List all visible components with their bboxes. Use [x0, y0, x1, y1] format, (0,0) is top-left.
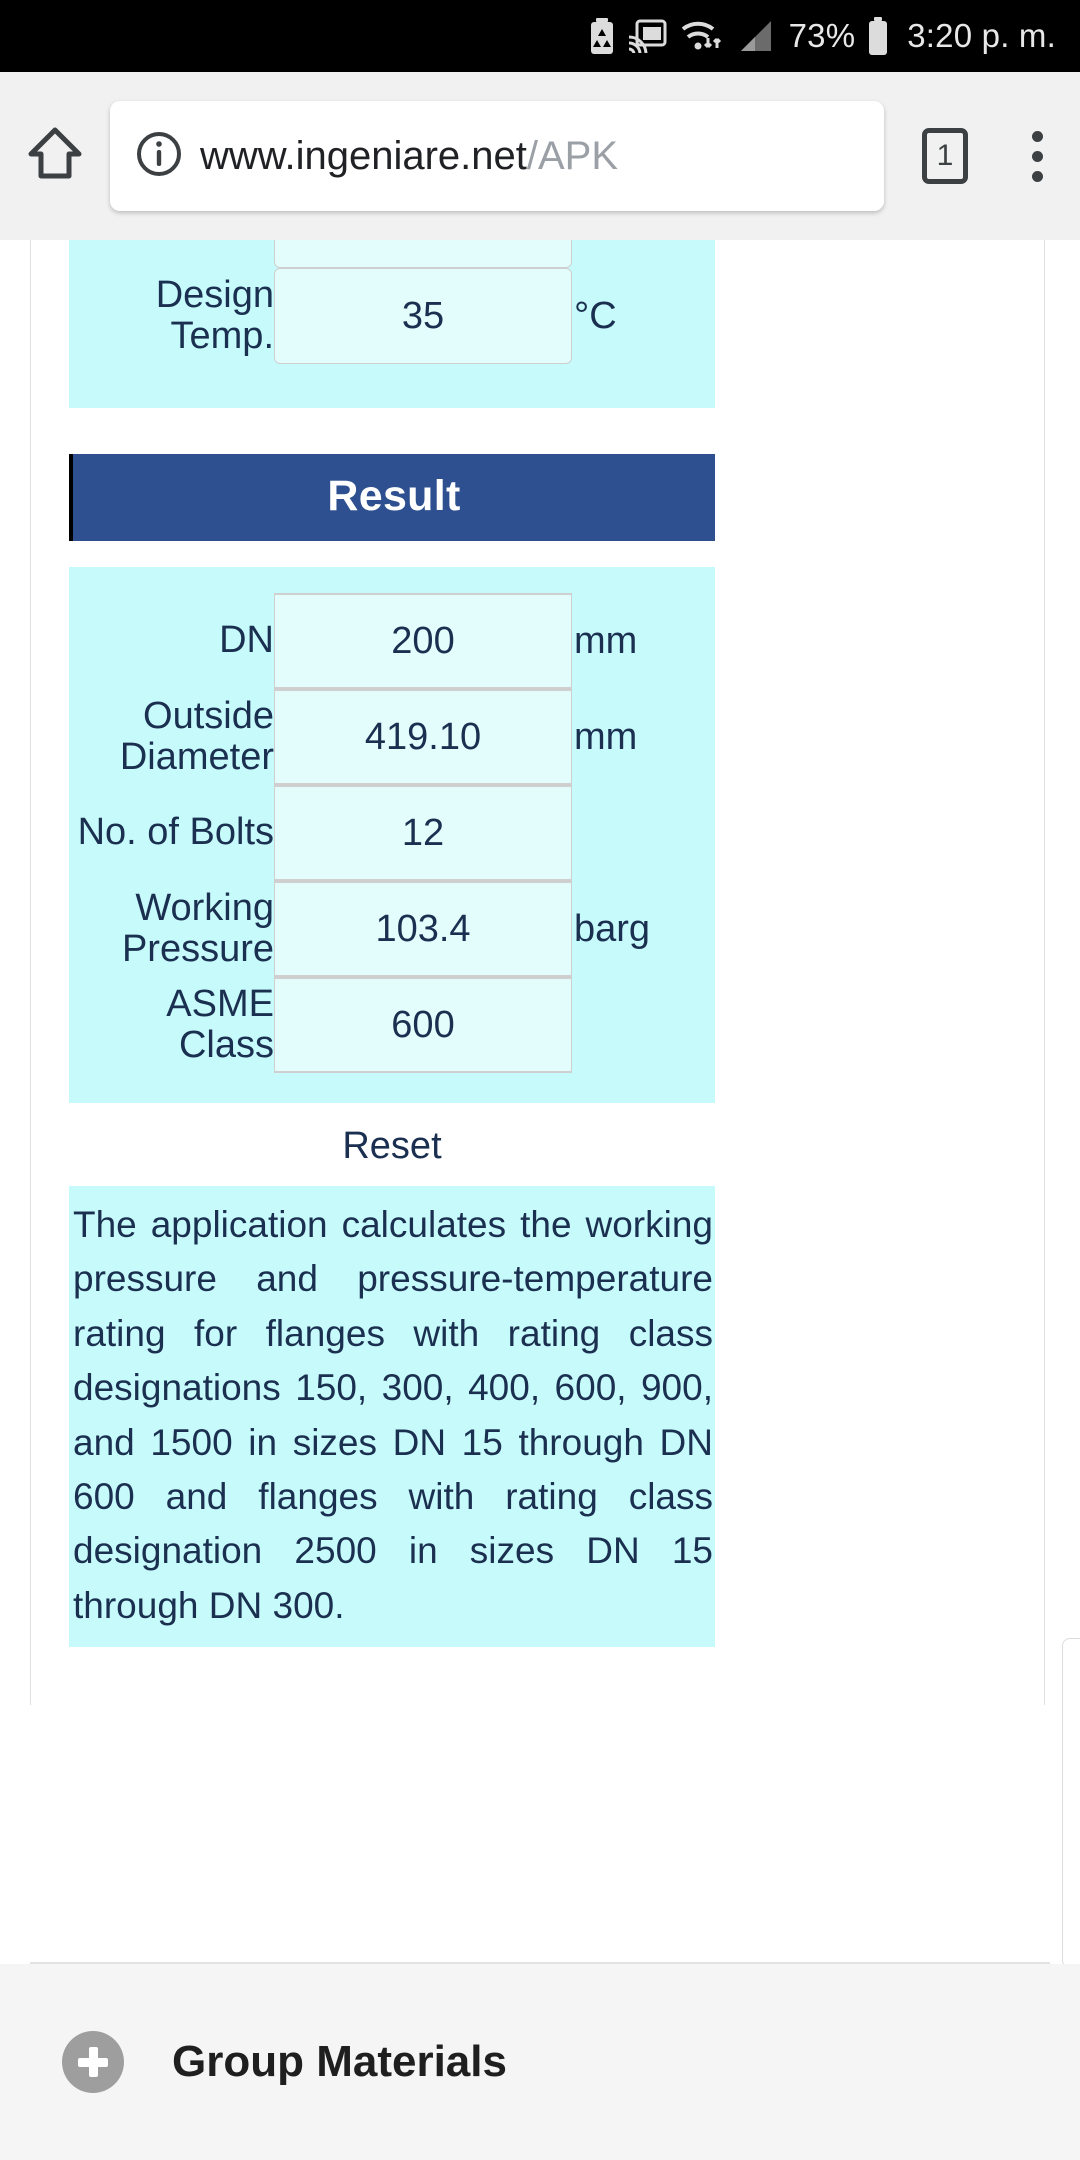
battery-saver-icon: [589, 18, 615, 54]
result-label-no-of-bolts: No. of Bolts: [77, 811, 274, 854]
table-row: Design Temp. 35 °C: [69, 268, 715, 364]
result-table: DN 200 mm Outside Diameter 419.10 mm No.…: [69, 593, 715, 1073]
table-row: ASME Class 600: [69, 977, 715, 1073]
battery-icon: [867, 17, 889, 55]
result-unit-dn: mm: [574, 619, 638, 662]
result-value-working-pressure[interactable]: 103.4: [274, 881, 572, 977]
wifi-icon: [679, 18, 723, 54]
home-button[interactable]: [0, 122, 110, 191]
result-value-outside-diameter[interactable]: 419.10: [274, 689, 572, 785]
address-bar[interactable]: www.ingeniare.net/APK: [110, 101, 884, 211]
browser-toolbar: www.ingeniare.net/APK 1: [0, 72, 1080, 240]
tab-count-label: 1: [922, 128, 968, 184]
section-spacer: [69, 408, 1006, 454]
description-text: The application calculates the working p…: [69, 1186, 715, 1647]
menu-dot-2: [1031, 150, 1043, 162]
result-unit-asme-class: [574, 977, 715, 1073]
reset-button[interactable]: Reset: [342, 1125, 441, 1168]
table-row: Pressure 85 barg: [69, 240, 715, 268]
result-value-no-of-bolts[interactable]: 12: [274, 785, 572, 881]
table-row: No. of Bolts 12: [69, 785, 715, 881]
side-panel-edge[interactable]: [1062, 1638, 1080, 1968]
input-label-pressure: Pressure: [69, 240, 274, 268]
table-row: DN 200 mm: [69, 593, 715, 689]
result-unit-no-of-bolts: [574, 785, 715, 881]
design-temp-input[interactable]: 35: [274, 268, 572, 364]
result-unit-working-pressure: barg: [574, 907, 651, 950]
tab-switcher-button[interactable]: 1: [896, 128, 994, 184]
group-materials-row[interactable]: Group Materials: [0, 1964, 1080, 2160]
url-path: /APK: [526, 133, 619, 178]
page-viewport[interactable]: Pressure 85 barg Design Temp. 35 °C Resu…: [0, 240, 1080, 2160]
result-value-asme-class[interactable]: 600: [274, 977, 572, 1073]
reset-row: Reset: [69, 1103, 715, 1186]
url-text: www.ingeniare.net/APK: [200, 134, 618, 179]
home-icon: [23, 122, 87, 191]
page-container: Pressure 85 barg Design Temp. 35 °C Resu…: [30, 240, 1045, 1705]
input-unit-pressure: barg: [574, 240, 715, 268]
status-bar: 73% 3:20 p. m.: [0, 0, 1080, 72]
plus-circle-icon[interactable]: [62, 2031, 124, 2093]
clock-label: 3:20 p. m.: [907, 17, 1056, 54]
cast-icon: [627, 19, 667, 53]
result-label-dn: DN: [219, 619, 274, 662]
signal-icon: [735, 19, 773, 53]
result-value-dn[interactable]: 200: [274, 593, 572, 689]
input-unit-design-temp: °C: [574, 294, 617, 337]
input-form: Pressure 85 barg Design Temp. 35 °C: [69, 240, 715, 408]
result-label-working-pressure: Working Pressure: [121, 886, 274, 970]
menu-dot-3: [1031, 170, 1043, 182]
overflow-menu-icon[interactable]: [994, 130, 1080, 182]
result-label-asme-class: ASME Class: [166, 982, 274, 1066]
status-icon-group: 73% 3:20 p. m.: [589, 17, 1056, 55]
input-label-design-temp: Design Temp.: [155, 273, 274, 357]
url-host: www.ingeniare.net: [200, 133, 527, 178]
table-row: Working Pressure 103.4 barg: [69, 881, 715, 977]
description-tail-spacer: [69, 1647, 715, 1705]
input-table: Pressure 85 barg Design Temp. 35 °C: [69, 240, 715, 364]
table-row: Outside Diameter 419.10 mm: [69, 689, 715, 785]
menu-dot-1: [1031, 130, 1043, 142]
result-header-gap: [69, 541, 1006, 567]
info-circle-icon[interactable]: [136, 131, 182, 182]
group-materials-label: Group Materials: [172, 2037, 507, 2086]
battery-percent-label: 73%: [788, 17, 856, 54]
result-header: Result: [69, 454, 715, 541]
result-unit-outside-diameter: mm: [574, 715, 638, 758]
result-label-outside-diameter: Outside Diameter: [119, 694, 274, 778]
pressure-input[interactable]: 85: [274, 240, 572, 268]
result-panel: DN 200 mm Outside Diameter 419.10 mm No.…: [69, 567, 715, 1103]
